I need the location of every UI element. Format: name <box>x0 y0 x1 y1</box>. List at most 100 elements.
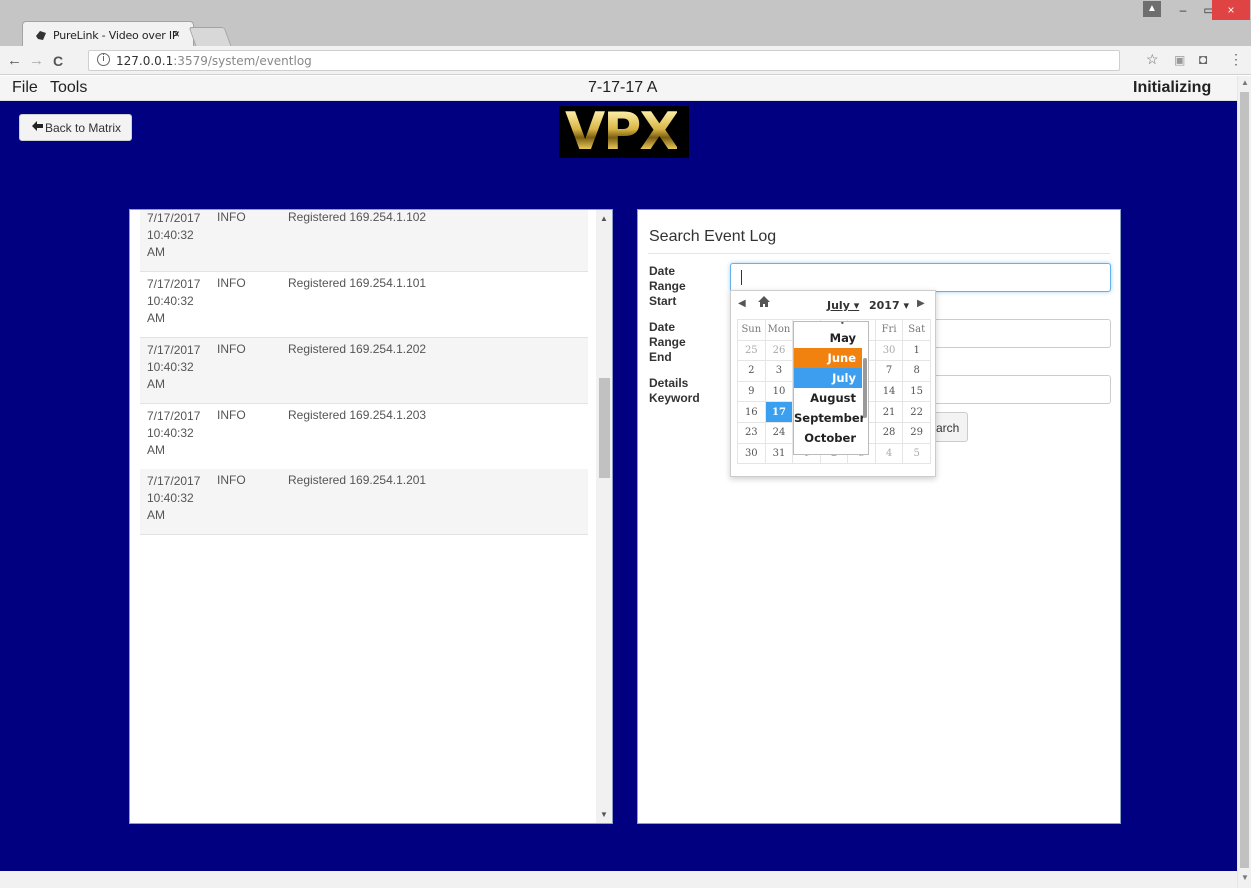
date-range-start-label: Date Range Start <box>649 264 686 308</box>
forward-nav-button[interactable]: → <box>29 52 44 69</box>
month-option[interactable]: August <box>794 388 862 408</box>
month-option[interactable]: May <box>794 328 862 348</box>
page-title: 7-17-17 A <box>588 79 658 96</box>
log-message: Registered 169.254.1.102 <box>288 210 427 224</box>
log-row: 7/17/2017 10:40:32 AM INFO Registered 16… <box>140 210 588 272</box>
url-input[interactable]: i 127.0.0.1:3579/system/eventlog <box>88 50 1120 71</box>
divider <box>648 253 1110 254</box>
bookmark-star-icon[interactable]: ☆ <box>1146 51 1159 68</box>
url-path: :3579/system/eventlog <box>173 54 312 68</box>
calendar-day-selected[interactable]: 17 <box>764 401 794 423</box>
calendar-day[interactable]: 14 <box>874 380 904 403</box>
browser-tab[interactable]: PureLink - Video over IP × <box>22 21 194 47</box>
log-message: Registered 169.254.1.202 <box>288 342 427 356</box>
menu-file[interactable]: File <box>12 79 38 97</box>
calendar-day[interactable]: 29 <box>902 421 931 444</box>
new-tab-button[interactable] <box>188 27 232 46</box>
calendar-day[interactable]: 23 <box>737 421 766 444</box>
bottom-bar <box>0 871 1237 888</box>
calendar-day[interactable]: 7 <box>874 360 904 382</box>
cast-extension-icon[interactable]: ◘ <box>1199 51 1207 67</box>
home-icon[interactable] <box>758 296 770 311</box>
calendar-day[interactable]: 24 <box>764 421 794 444</box>
log-ampm: AM <box>147 311 165 325</box>
menu-tools[interactable]: Tools <box>50 79 87 97</box>
month-list-scrollbar[interactable] <box>863 358 867 418</box>
calendar-day[interactable]: 1 <box>902 339 931 362</box>
month-dropdown-list[interactable]: • May June July August September October <box>793 321 869 455</box>
calendar-day[interactable]: 30 <box>737 442 766 465</box>
calendar-day[interactable]: 4 <box>874 442 904 465</box>
log-scrollbar[interactable]: ▲ ▼ <box>596 210 612 823</box>
calendar-day[interactable]: 26 <box>764 339 794 362</box>
site-info-icon[interactable]: i <box>97 53 110 66</box>
search-button-label: arch <box>936 421 960 435</box>
more-above-indicator: • <box>840 321 845 328</box>
back-to-matrix-button[interactable]: Back to Matrix <box>19 114 132 141</box>
year-select[interactable]: 2017 ▾ <box>869 299 909 312</box>
year-select-value: 2017 <box>869 299 900 312</box>
close-window-button[interactable]: × <box>1212 0 1250 20</box>
calendar-day[interactable]: 3 <box>764 360 794 382</box>
log-message: Registered 169.254.1.201 <box>288 473 427 487</box>
search-title: Search Event Log <box>649 228 777 245</box>
month-select[interactable]: July ▾ <box>827 299 859 312</box>
left-arrow-icon <box>32 120 43 134</box>
log-ampm: AM <box>147 245 165 259</box>
calendar-day[interactable]: 9 <box>737 380 766 403</box>
scroll-up-arrow-icon[interactable]: ▲ <box>1241 78 1249 87</box>
log-timestamp: 7/17/2017 10:40:32 AM <box>147 276 207 327</box>
calendar-day[interactable]: 21 <box>874 401 904 423</box>
tab-close-icon[interactable]: × <box>173 27 180 41</box>
address-bar-row: ← → C i 127.0.0.1:3579/system/eventlog ☆… <box>0 46 1251 75</box>
browser-menu-icon[interactable]: ⋮ <box>1229 51 1243 68</box>
log-time: 10:40:32 <box>147 491 194 505</box>
url-host: 127.0.0.1 <box>116 54 174 68</box>
log-level: INFO <box>217 473 246 487</box>
calendar-day[interactable]: 25 <box>737 339 766 362</box>
prev-month-icon[interactable]: ◀ <box>738 298 746 309</box>
scroll-up-arrow-icon[interactable]: ▲ <box>600 214 608 223</box>
log-scroll-thumb[interactable] <box>599 378 610 478</box>
calendar-day[interactable]: 8 <box>902 360 931 382</box>
calendar-day[interactable]: 15 <box>902 380 931 403</box>
log-timestamp: 7/17/2017 10:40:32 AM <box>147 408 207 459</box>
scroll-down-arrow-icon[interactable]: ▼ <box>1241 873 1249 882</box>
log-date: 7/17/2017 <box>147 211 201 225</box>
month-option[interactable]: October <box>794 428 862 448</box>
log-row: 7/17/2017 10:40:32 AM INFO Registered 16… <box>140 404 588 470</box>
user-profile-icon[interactable]: ▲ <box>1143 1 1161 17</box>
extension-icon[interactable]: ▣ <box>1174 53 1185 67</box>
calendar-day[interactable]: 22 <box>902 401 931 423</box>
month-select-value: July <box>827 299 850 312</box>
log-level: INFO <box>217 210 246 224</box>
calendar-day[interactable]: 31 <box>764 442 794 465</box>
log-date: 7/17/2017 <box>147 409 201 423</box>
month-option-selected[interactable]: July <box>794 368 862 388</box>
log-ampm: AM <box>147 443 165 457</box>
page-scrollbar[interactable]: ▲ ▼ <box>1237 76 1251 888</box>
log-message: Registered 169.254.1.101 <box>288 276 427 290</box>
calendar-day[interactable]: 30 <box>874 339 904 362</box>
details-keyword-label: Details Keyword <box>649 376 700 405</box>
scroll-down-arrow-icon[interactable]: ▼ <box>600 810 608 819</box>
text-caret <box>741 270 742 285</box>
calendar-day[interactable]: 5 <box>902 442 931 465</box>
calendar-day[interactable]: 28 <box>874 421 904 444</box>
log-level: INFO <box>217 408 246 422</box>
month-option[interactable]: September <box>794 408 865 428</box>
reload-button[interactable]: C <box>53 53 63 69</box>
calendar-day[interactable]: 2 <box>737 360 766 382</box>
browser-title-bar: PureLink - Video over IP × ▲ – ▭ × <box>0 0 1251 47</box>
logo-text: VPX <box>565 102 679 162</box>
calendar-day[interactable]: 10 <box>764 380 794 403</box>
back-nav-button[interactable]: ← <box>7 52 22 69</box>
calendar-day[interactable]: 16 <box>737 401 766 423</box>
event-log-panel: 7/17/2017 10:40:32 AM INFO Registered 16… <box>129 209 613 824</box>
date-range-end-label: Date Range End <box>649 320 686 364</box>
log-timestamp: 7/17/2017 10:40:32 AM <box>147 210 207 261</box>
next-month-icon[interactable]: ▶ <box>917 298 925 309</box>
month-option-highlighted[interactable]: June <box>794 348 862 368</box>
page-scroll-thumb[interactable] <box>1240 92 1249 868</box>
date-range-start-input[interactable] <box>730 263 1111 292</box>
